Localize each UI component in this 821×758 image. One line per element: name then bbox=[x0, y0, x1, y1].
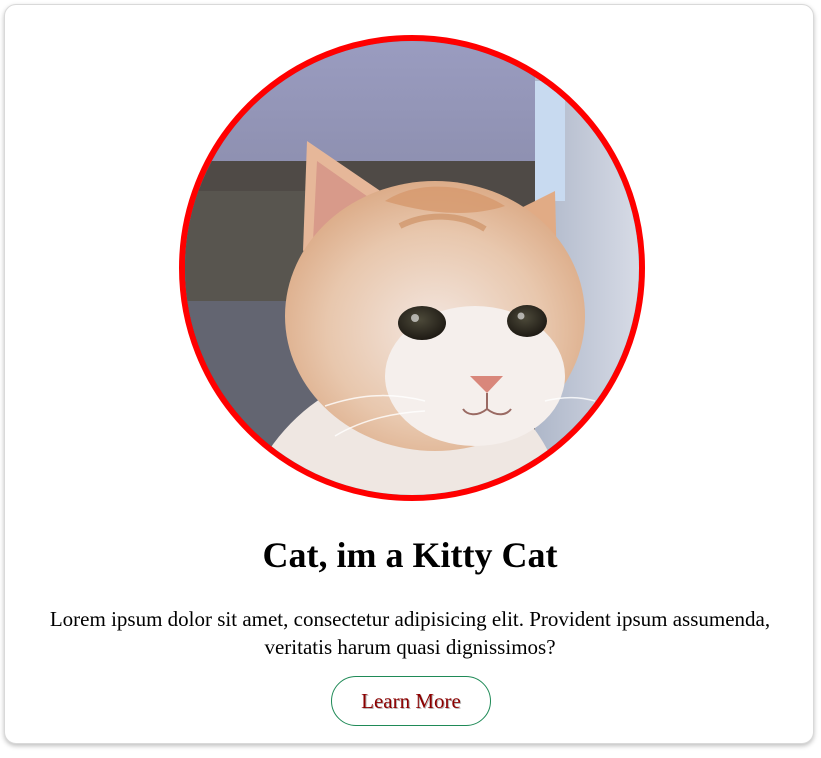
card-title: Cat, im a Kitty Cat bbox=[262, 535, 558, 575]
kitten-illustration bbox=[185, 41, 639, 495]
profile-card: Cat, im a Kitty Cat Lorem ipsum dolor si… bbox=[4, 4, 814, 744]
kitten-photo bbox=[179, 35, 645, 501]
learn-more-button[interactable]: Learn More bbox=[331, 676, 491, 726]
card-description: Lorem ipsum dolor sit amet, consectetur … bbox=[49, 607, 771, 659]
